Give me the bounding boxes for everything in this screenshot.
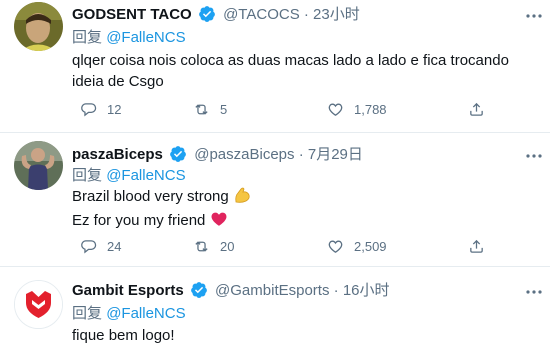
tweet-text-line-1: Brazil blood very strong xyxy=(72,188,229,205)
retweet-icon xyxy=(195,240,208,252)
more-options-icon[interactable] xyxy=(524,282,544,302)
verified-badge-icon xyxy=(169,145,187,163)
retweet-button[interactable]: 20 xyxy=(193,236,234,256)
avatar[interactable] xyxy=(14,280,63,329)
tweet-text: Brazil blood very strong Ez for you my f… xyxy=(72,186,542,234)
heart-icon xyxy=(328,103,343,116)
mention-link[interactable]: @FalleNCS xyxy=(106,167,185,184)
separator-dot: · xyxy=(333,282,339,299)
heart-icon xyxy=(328,240,343,253)
retweet-icon xyxy=(195,103,208,115)
retweet-count: 5 xyxy=(220,101,228,117)
like-count: 2,509 xyxy=(354,238,387,254)
like-count: 1,788 xyxy=(354,101,387,117)
reply-context: 回复 @FalleNCS xyxy=(72,304,186,324)
reply-context: 回复 @FalleNCS xyxy=(72,28,186,48)
reply-icon xyxy=(81,239,97,253)
timestamp[interactable]: 7月29日 xyxy=(308,146,363,163)
reply-count: 12 xyxy=(107,101,122,117)
reply-button[interactable]: 12 xyxy=(80,99,121,119)
mention-link[interactable]: @FalleNCS xyxy=(106,305,185,322)
reply-button[interactable]: 24 xyxy=(80,236,121,256)
share-icon xyxy=(470,102,483,116)
more-options-icon[interactable] xyxy=(524,146,544,166)
separator-dot: · xyxy=(298,146,304,163)
share-icon xyxy=(470,239,483,253)
tweet-actions: 12 5 1,788 xyxy=(72,99,502,119)
mention-link[interactable]: @FalleNCS xyxy=(106,29,185,46)
verified-badge-icon xyxy=(198,5,216,23)
tweet-actions: 24 20 2,509 xyxy=(72,236,502,256)
share-button[interactable] xyxy=(468,236,495,256)
verified-badge-icon xyxy=(190,281,208,299)
tweet-text-line: Ez for you my friend xyxy=(72,210,542,234)
share-button[interactable] xyxy=(468,99,495,119)
display-name[interactable]: GODSENT TACO xyxy=(72,6,192,23)
timestamp[interactable]: 16小时 xyxy=(343,282,390,299)
reply-label: 回复 xyxy=(72,167,103,184)
tweet-gambit-esports[interactable]: Gambit Esports @GambitEsports · 16小时 回复 … xyxy=(0,267,550,350)
retweet-count: 20 xyxy=(220,238,235,254)
separator-dot: · xyxy=(303,6,309,23)
reply-icon xyxy=(81,102,97,116)
tweet-text: fique bem logo! xyxy=(72,327,175,344)
handle[interactable]: @paszaBiceps xyxy=(194,146,294,163)
tweet-text: qlqer coisa nois coloca as duas macas la… xyxy=(72,52,509,90)
reply-count: 24 xyxy=(107,238,122,254)
avatar[interactable] xyxy=(14,2,63,51)
reply-label: 回复 xyxy=(72,29,103,46)
display-name[interactable]: Gambit Esports xyxy=(72,282,184,299)
display-name[interactable]: paszaBiceps xyxy=(72,146,163,163)
tweet-text-line-2: Ez for you my friend xyxy=(72,212,206,229)
red-heart-icon xyxy=(210,210,228,234)
tweet-text-line: Brazil blood very strong xyxy=(72,186,542,210)
like-button[interactable]: 1,788 xyxy=(327,99,387,119)
reply-label: 回复 xyxy=(72,305,103,322)
flexed-biceps-icon xyxy=(233,186,251,210)
handle[interactable]: @GambitEsports xyxy=(215,282,329,299)
timestamp[interactable]: 23小时 xyxy=(313,6,360,23)
avatar[interactable] xyxy=(14,141,63,190)
tweet-godsent-taco[interactable]: GODSENT TACO @TACOCS · 23小时 回复 @FalleNCS… xyxy=(0,0,550,132)
more-options-icon[interactable] xyxy=(524,6,544,26)
like-button[interactable]: 2,509 xyxy=(327,236,387,256)
handle[interactable]: @TACOCS xyxy=(223,6,300,23)
retweet-button[interactable]: 5 xyxy=(193,99,227,119)
reply-context: 回复 @FalleNCS xyxy=(72,166,186,186)
tweet-paszabiceps[interactable]: paszaBiceps @paszaBiceps · 7月29日 回复 @Fal… xyxy=(0,133,550,266)
